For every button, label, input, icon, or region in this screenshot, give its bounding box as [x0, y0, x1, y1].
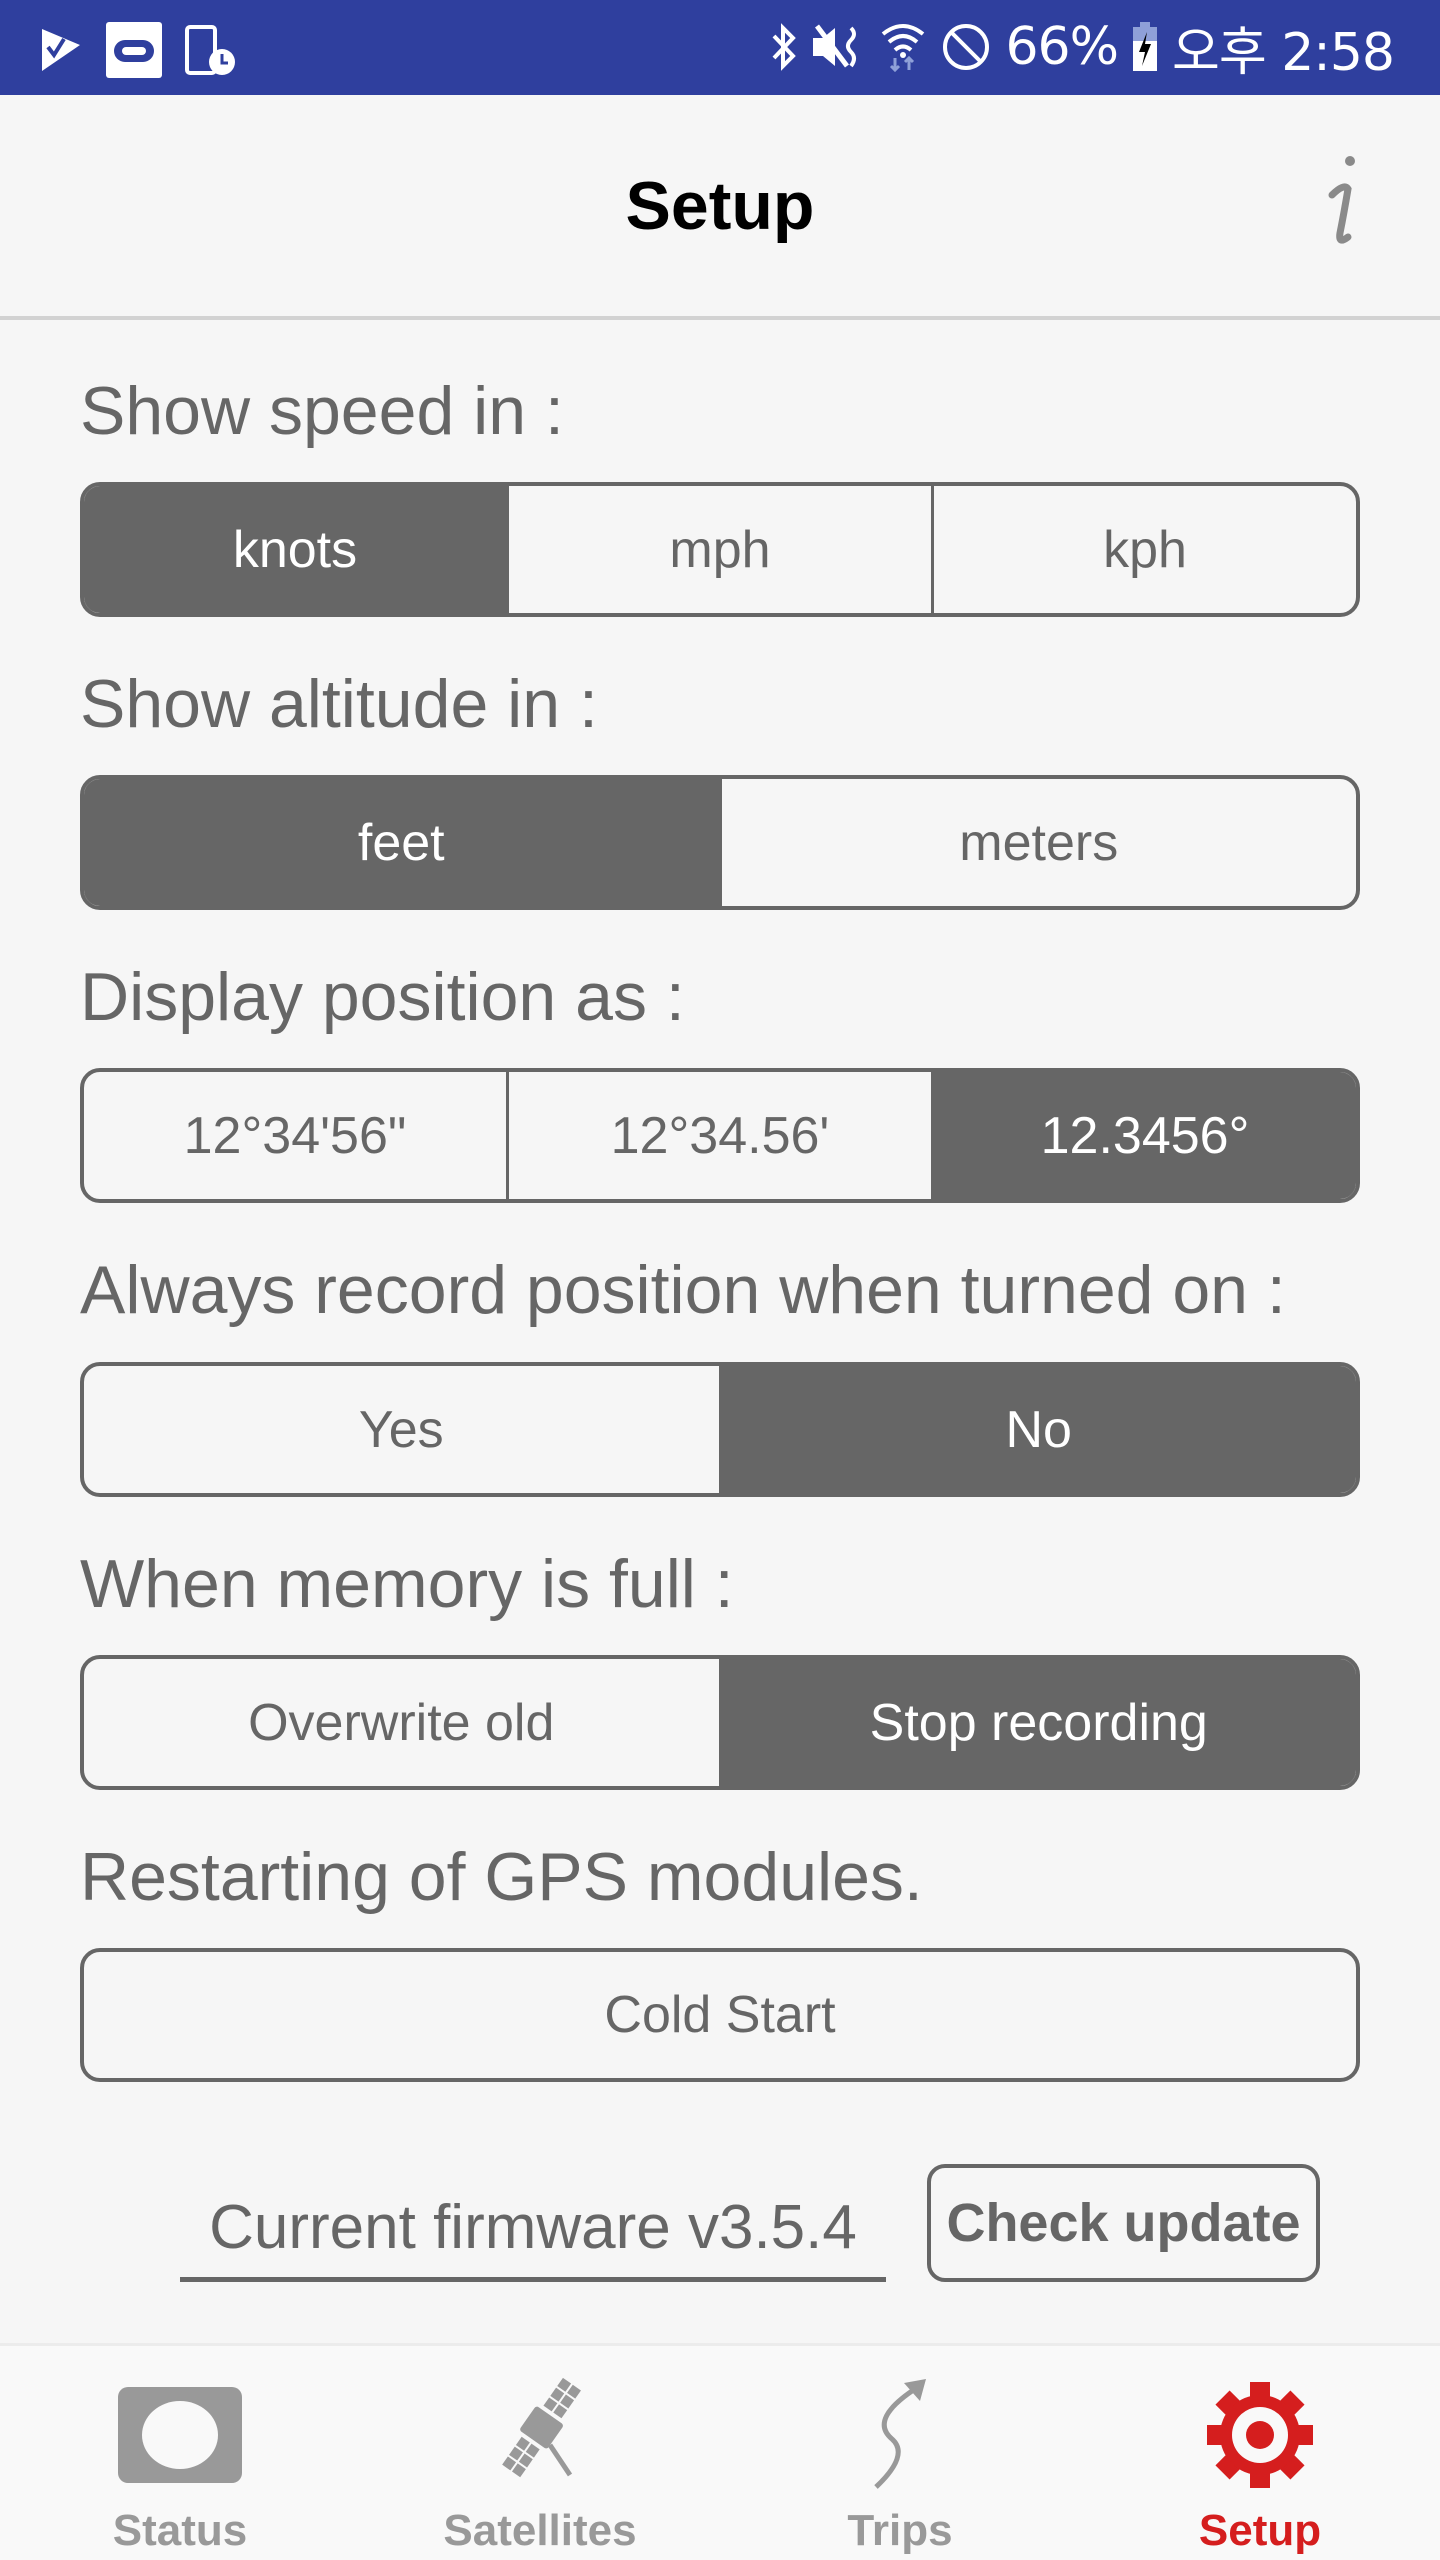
speed-label: Show speed in :: [80, 373, 564, 449]
speed-unit-selector: knots mph kph: [80, 482, 1360, 617]
restart-label: Restarting of GPS modules.: [80, 1839, 923, 1915]
memory-full-selector: Overwrite old Stop recording: [80, 1655, 1360, 1790]
notification-app-icon: [106, 22, 162, 78]
page-title: Setup: [625, 168, 815, 244]
always-record-selector: Yes No: [80, 1362, 1360, 1497]
status-bar: 66% 오후 2:58: [0, 0, 1440, 95]
nav-tab-satellites[interactable]: Satellites: [430, 2346, 650, 2560]
position-format-label: Display position as :: [80, 959, 685, 1035]
position-option-decimal[interactable]: 12.3456°: [931, 1072, 1356, 1199]
task-check-icon: [40, 27, 84, 73]
memory-full-label: When memory is full :: [80, 1546, 734, 1622]
memory-option-stop[interactable]: Stop recording: [718, 1659, 1356, 1786]
altitude-option-feet[interactable]: feet: [84, 779, 719, 906]
check-update-button[interactable]: Check update: [927, 2164, 1320, 2282]
memory-option-overwrite[interactable]: Overwrite old: [84, 1659, 719, 1786]
altitude-option-meters[interactable]: meters: [718, 779, 1357, 906]
speed-option-mph[interactable]: mph: [506, 486, 931, 613]
do-not-disturb-icon: [941, 22, 991, 72]
nav-tab-setup[interactable]: Setup: [1160, 2346, 1360, 2560]
vibrate-mute-icon: [811, 22, 865, 72]
device-clock-icon: [184, 24, 236, 76]
status-icon: [115, 2370, 245, 2500]
info-icon: [1328, 156, 1355, 244]
cold-start-button[interactable]: Cold Start: [80, 1948, 1360, 2082]
clock: 오후 2:58: [1172, 22, 1395, 83]
position-format-selector: 12°34'56" 12°34.56' 12.3456°: [80, 1068, 1360, 1203]
app-header: Setup: [0, 95, 1440, 320]
position-option-dms[interactable]: 12°34'56": [84, 1072, 506, 1199]
satellite-icon: [475, 2370, 605, 2500]
battery-charging-icon: [1132, 22, 1158, 72]
info-button[interactable]: [1300, 153, 1380, 253]
nav-tab-trips[interactable]: Trips: [800, 2346, 1000, 2560]
gear-icon: [1195, 2370, 1325, 2500]
nav-label-setup: Setup: [1198, 2506, 1322, 2555]
always-record-label: Always record position when turned on :: [80, 1252, 1286, 1328]
wifi-data-icon: [879, 22, 927, 72]
trips-icon: [835, 2370, 965, 2500]
nav-label-satellites: Satellites: [443, 2506, 637, 2555]
nav-label-trips: Trips: [847, 2506, 953, 2555]
firmware-version: Current firmware v3.5.4: [180, 2168, 886, 2282]
altitude-label: Show altitude in :: [80, 666, 598, 742]
nav-tab-status[interactable]: Status: [80, 2346, 280, 2560]
bluetooth-icon: [771, 22, 797, 72]
speed-option-knots[interactable]: knots: [84, 486, 506, 613]
position-option-dm[interactable]: 12°34.56': [506, 1072, 931, 1199]
speed-option-kph[interactable]: kph: [931, 486, 1356, 613]
nav-label-status: Status: [112, 2506, 248, 2555]
altitude-unit-selector: feet meters: [80, 775, 1360, 910]
always-record-option-yes[interactable]: Yes: [84, 1366, 719, 1493]
always-record-option-no[interactable]: No: [718, 1366, 1356, 1493]
bottom-navigation: Status Satellites Trips Setup: [0, 2343, 1440, 2560]
battery-percent: 66%: [1005, 17, 1119, 77]
